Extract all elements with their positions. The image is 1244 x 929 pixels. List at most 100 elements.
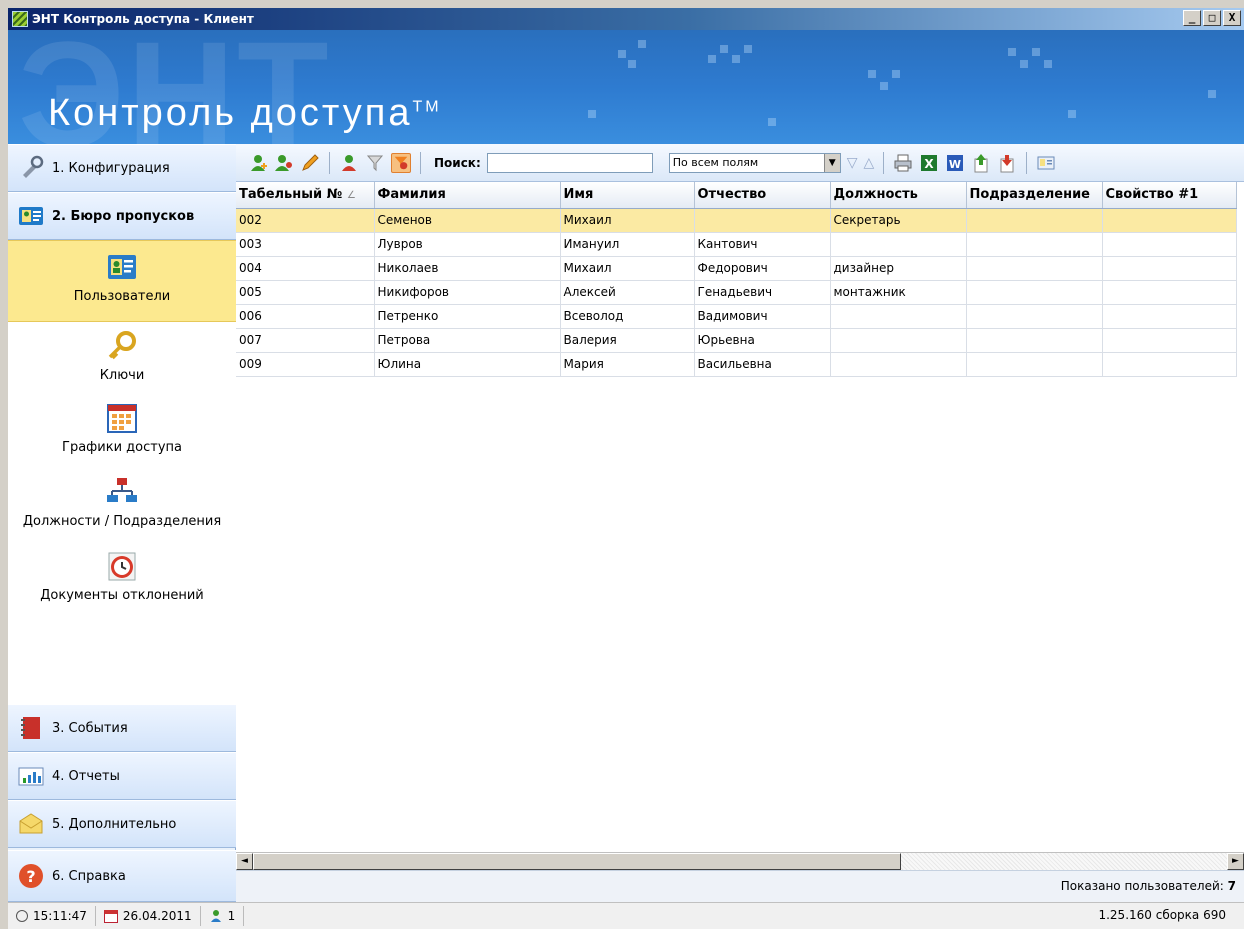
table-cell: 002 [236, 208, 375, 233]
table-cell [830, 352, 967, 377]
toolbar-separator [420, 151, 421, 174]
table-cell: 006 [236, 304, 375, 329]
table-cell: Алексей [560, 280, 695, 305]
export-word-icon[interactable]: W [945, 153, 965, 173]
status-version: 1.25.160 сборка 690 [1098, 908, 1226, 922]
nav-item-positions[interactable]: Должности / Подразделения [8, 472, 236, 542]
help-icon: ? [19, 864, 43, 888]
nav-section-pass-office[interactable]: 2. Бюро пропусков [8, 192, 236, 240]
clock-icon [16, 910, 28, 922]
table-cell: Мария [560, 352, 695, 377]
nav-item-deviation-docs[interactable]: Документы отклонений [8, 546, 236, 620]
table-row[interactable]: 007 Петрова Валерия Юрьевна [236, 328, 1237, 353]
card-view-icon[interactable] [1036, 153, 1056, 173]
user-count-value: 7 [1227, 879, 1236, 893]
nav-section-label: 4. Отчеты [52, 768, 120, 784]
search-field-select[interactable]: По всем полям ▼ [668, 152, 841, 173]
column-header-department[interactable]: Подразделение [966, 182, 1103, 209]
nav-section-label: 2. Бюро пропусков [52, 208, 195, 224]
table-cell: Вадимович [694, 304, 831, 329]
status-date-value: 26.04.2011 [122, 909, 192, 923]
search-field-value: По всем полям [672, 156, 759, 169]
nav-section-label: 6. Справка [52, 868, 126, 884]
id-card-icon [19, 207, 43, 225]
nav-item-label: Пользователи [73, 289, 171, 304]
table-cell: Валерия [560, 328, 695, 353]
filter-icon[interactable] [365, 153, 385, 173]
scroll-right-button[interactable]: ► [1227, 853, 1244, 870]
table-row[interactable]: 006 Петренко Всеволод Вадимович [236, 304, 1237, 329]
scroll-thumb[interactable] [253, 853, 901, 870]
table-cell [1102, 352, 1237, 377]
table-cell [830, 328, 967, 353]
table-cell [1102, 304, 1237, 329]
clear-filter-icon[interactable] [391, 152, 411, 173]
column-header-property-1[interactable]: Свойство #1 [1102, 182, 1237, 209]
nav-item-schedules[interactable]: Графики доступа [8, 398, 236, 468]
window-controls: _ □ X [1183, 10, 1241, 26]
print-icon[interactable] [893, 153, 913, 173]
table-row[interactable]: 004 Николаев Михаил Федорович дизайнер [236, 256, 1237, 281]
minimize-button[interactable]: _ [1183, 10, 1201, 26]
column-header-patronymic[interactable]: Отчество [694, 182, 831, 209]
maximize-button[interactable]: □ [1203, 10, 1221, 26]
nav-section-additional[interactable]: 5. Дополнительно [8, 800, 236, 848]
table-cell: Михаил [560, 256, 695, 281]
import-icon[interactable] [971, 153, 991, 173]
users-grid: Табельный № ∠ Фамилия Имя Отчество Должн… [236, 182, 1244, 854]
status-users: 1 [201, 906, 245, 926]
table-cell: Юлина [374, 352, 561, 377]
table-cell [966, 232, 1103, 257]
search-input[interactable] [486, 152, 653, 173]
svg-text:?: ? [26, 867, 35, 886]
nav-section-label: 3. События [52, 720, 128, 736]
search-prev-icon[interactable]: △ [864, 155, 875, 171]
window-title-bar: ЭНТ Контроль доступа - Клиент _ □ X [8, 8, 1244, 30]
table-row[interactable]: 002 Семенов Михаил Секретарь [236, 208, 1237, 233]
nav-item-keys[interactable]: Ключи [8, 326, 236, 396]
column-header-label: Табельный № [239, 187, 343, 203]
nav-item-label: Документы отклонений [40, 588, 204, 603]
nav-section-reports[interactable]: 4. Отчеты [8, 752, 236, 800]
table-cell [830, 232, 967, 257]
nav-item-users[interactable]: Пользователи [8, 240, 236, 322]
table-cell [966, 208, 1103, 233]
org-chart-icon [107, 478, 137, 502]
nav-section-configuration[interactable]: 1. Конфигурация [8, 144, 236, 192]
horizontal-scrollbar[interactable]: ◄ ► [236, 852, 1244, 870]
status-time: 15:11:47 [8, 906, 96, 926]
table-row[interactable]: 005 Никифоров Алексей Генадьевич монтажник [236, 280, 1237, 305]
table-cell: Петрова [374, 328, 561, 353]
table-cell: 005 [236, 280, 375, 305]
table-cell [966, 256, 1103, 281]
table-row[interactable]: 009 Юлина Мария Васильевна [236, 352, 1237, 377]
sidebar: 1. Конфигурация 2. Бюро пропусков Пользо… [8, 144, 236, 902]
close-button[interactable]: X [1223, 10, 1241, 26]
search-next-icon[interactable]: ▽ [847, 155, 858, 171]
export-icon[interactable] [997, 153, 1017, 173]
column-header-surname[interactable]: Фамилия [374, 182, 561, 209]
nav-section-help[interactable]: ? 6. Справка [8, 850, 236, 902]
add-users-icon[interactable] [274, 153, 294, 173]
table-cell: Петренко [374, 304, 561, 329]
column-header-position[interactable]: Должность [830, 182, 967, 209]
nav-item-label: Должности / Подразделения [22, 514, 222, 529]
table-cell [966, 304, 1103, 329]
column-header-name[interactable]: Имя [560, 182, 695, 209]
add-user-icon[interactable] [248, 153, 268, 173]
toolbar-separator [883, 151, 885, 174]
user-card-icon[interactable] [339, 153, 359, 173]
export-excel-icon[interactable]: X [919, 153, 939, 173]
edit-pencil-icon[interactable] [300, 153, 320, 173]
calendar-small-icon [103, 909, 118, 923]
users-card-icon [108, 255, 136, 279]
table-row[interactable]: 003 Лувров Имануил Кантович [236, 232, 1237, 257]
column-header-tab-number[interactable]: Табельный № ∠ [236, 182, 375, 209]
scroll-left-button[interactable]: ◄ [236, 853, 253, 870]
key-icon [108, 331, 136, 360]
nav-section-events[interactable]: 3. События [8, 704, 236, 752]
brand-text: Контроль доступа [48, 92, 413, 134]
table-cell [1102, 232, 1237, 257]
table-cell: Васильевна [694, 352, 831, 377]
table-cell: Федорович [694, 256, 831, 281]
